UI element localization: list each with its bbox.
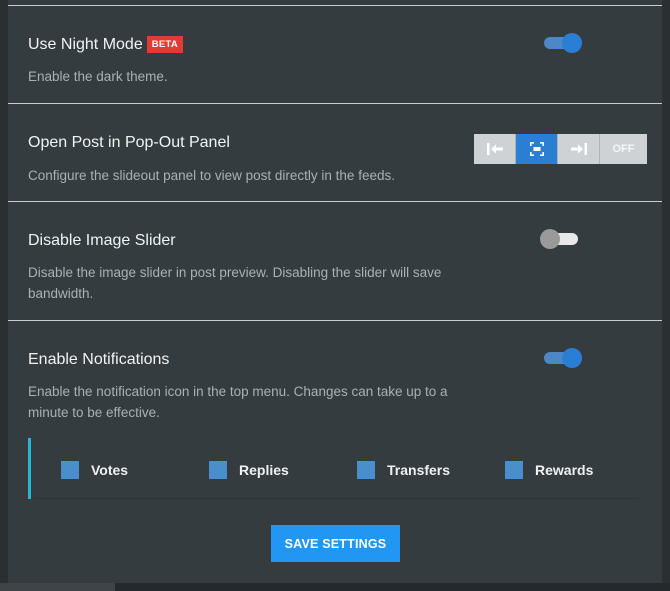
settings-panel: Use Night Mode BETA Enable the dark theme… xyxy=(8,0,662,583)
rewards-checkbox[interactable]: Rewards xyxy=(505,461,593,479)
night-mode-title: Use Night Mode BETA xyxy=(28,36,184,54)
panel-center-option[interactable] xyxy=(516,134,558,164)
notification-types: Votes Replies Transfers Rewards xyxy=(28,438,639,499)
toggle-knob xyxy=(540,229,560,249)
horizontal-scrollbar[interactable] xyxy=(0,583,670,591)
panel-center-icon xyxy=(529,142,544,156)
notifications-title: Enable Notifications xyxy=(28,351,170,368)
notifications-description: Enable the notification icon in the top … xyxy=(28,384,448,420)
off-label: OFF xyxy=(612,143,635,155)
image-slider-toggle[interactable] xyxy=(540,229,580,249)
checkbox-label: Votes xyxy=(91,462,129,478)
checkbox-label: Rewards xyxy=(535,462,594,478)
checkbox-box[interactable] xyxy=(61,461,79,479)
popout-panel-description: Configure the slideout panel to view pos… xyxy=(28,168,395,183)
checkbox-box[interactable] xyxy=(209,461,227,479)
scrollbar-thumb[interactable] xyxy=(0,583,115,591)
divider xyxy=(8,103,662,104)
panel-left-icon xyxy=(486,143,503,155)
divider xyxy=(8,320,662,321)
panel-off-option[interactable]: OFF xyxy=(600,134,647,164)
popout-position-selector[interactable]: OFF xyxy=(474,134,647,164)
toggle-knob xyxy=(562,348,582,368)
divider xyxy=(8,201,662,202)
night-mode-label: Use Night Mode xyxy=(28,36,143,53)
night-mode-toggle[interactable] xyxy=(544,33,582,53)
save-settings-button[interactable]: SAVE SETTINGS xyxy=(271,525,400,562)
votes-checkbox[interactable]: Votes xyxy=(61,461,128,479)
replies-checkbox[interactable]: Replies xyxy=(209,461,289,479)
panel-left-option[interactable] xyxy=(474,134,516,164)
popout-panel-title: Open Post in Pop-Out Panel xyxy=(28,134,230,151)
checkbox-box[interactable] xyxy=(357,461,375,479)
image-slider-description: Disable the image slider in post preview… xyxy=(28,265,442,301)
checkbox-label: Replies xyxy=(239,462,289,478)
panel-right-icon xyxy=(570,143,587,155)
transfers-checkbox[interactable]: Transfers xyxy=(357,461,450,479)
beta-badge: BETA xyxy=(146,36,184,53)
divider xyxy=(8,5,662,6)
checkbox-label: Transfers xyxy=(387,462,451,478)
night-mode-description: Enable the dark theme. xyxy=(28,69,168,84)
image-slider-title: Disable Image Slider xyxy=(28,232,176,249)
toggle-knob xyxy=(562,33,582,53)
notifications-toggle[interactable] xyxy=(544,348,582,368)
panel-right-option[interactable] xyxy=(558,134,600,164)
divider xyxy=(34,498,639,499)
checkbox-box[interactable] xyxy=(505,461,523,479)
